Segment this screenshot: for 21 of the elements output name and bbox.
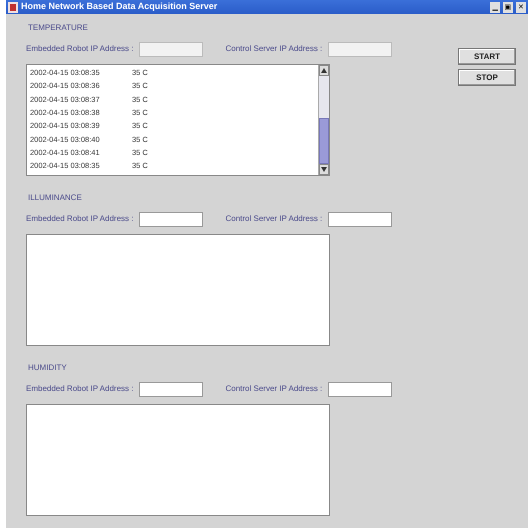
field-label: Embedded Robot IP Address : (26, 213, 134, 225)
field-label: Embedded Robot IP Address : (26, 383, 134, 395)
stop-button[interactable]: STOP (458, 69, 516, 86)
start-button[interactable]: START (458, 48, 516, 65)
input-field[interactable] (139, 382, 204, 396)
section-title: ILLUMINANCE (28, 192, 82, 204)
scroll-down-icon[interactable] (321, 167, 327, 172)
section-title: HUMIDITY (28, 362, 67, 374)
field-label: Control Server IP Address : (225, 43, 322, 55)
app-icon (8, 2, 18, 12)
field-label: Control Server IP Address : (225, 383, 322, 395)
field-label: Control Server IP Address : (225, 213, 322, 225)
scroll-up-icon[interactable] (321, 68, 327, 73)
section-title: TEMPERATURE (28, 22, 88, 34)
input-field[interactable] (328, 382, 392, 396)
window-title: Home Network Based Data Acquisition Server (21, 0, 218, 14)
input-field[interactable] (328, 212, 392, 226)
input-field[interactable] (139, 212, 204, 226)
scrollbar[interactable] (318, 65, 329, 175)
scroll-thumb[interactable] (319, 118, 329, 164)
field-label: Embedded Robot IP Address : (26, 43, 134, 55)
